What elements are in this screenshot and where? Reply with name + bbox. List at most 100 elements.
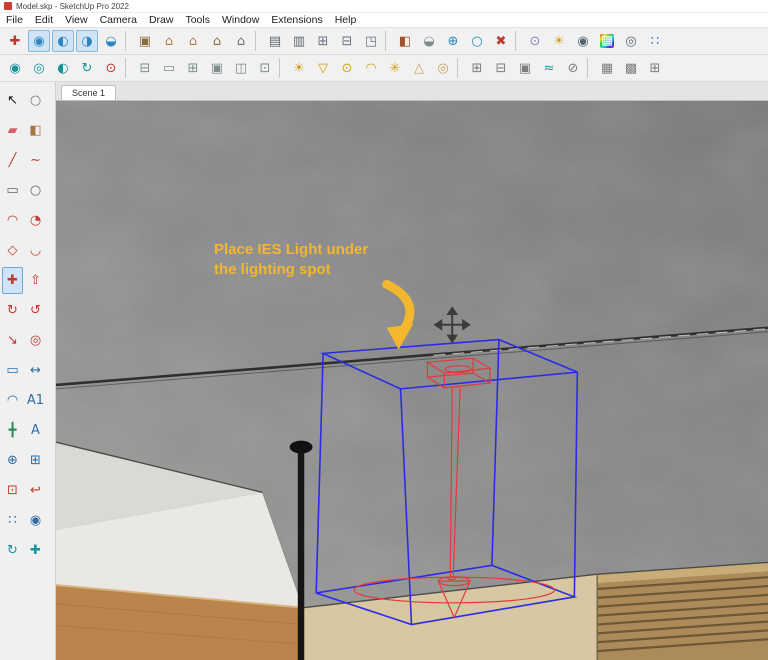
light-dome-icon[interactable]: ◠	[360, 57, 382, 79]
light-ies-icon[interactable]: ⊙	[336, 57, 358, 79]
table-icon[interactable]: ⊞	[644, 57, 666, 79]
eye-2-icon[interactable]: ◎	[620, 30, 642, 52]
material-icon[interactable]: ◧	[394, 30, 416, 52]
stack-2-icon[interactable]: ⊟	[336, 30, 358, 52]
crop-view-icon[interactable]: ◳	[360, 30, 382, 52]
push-pull-tool[interactable]: ⇧	[25, 267, 46, 294]
pan-nav-icon[interactable]: ◐	[52, 30, 74, 52]
spray-icon[interactable]: ✖	[490, 30, 512, 52]
menu-window[interactable]: Window	[216, 14, 265, 26]
soap-box-3-icon[interactable]: ▣	[514, 57, 536, 79]
stack-icon[interactable]: ⊞	[312, 30, 334, 52]
lasso-tool[interactable]: ○	[25, 87, 46, 114]
home-open-icon[interactable]: ⌂	[206, 30, 228, 52]
viewport-canvas[interactable]	[56, 101, 768, 660]
circle-sphere-icon[interactable]: ◉	[4, 57, 26, 79]
scene-tab-1[interactable]: Scene 1	[61, 85, 116, 100]
pin-icon[interactable]: ⊙	[524, 30, 546, 52]
rotate-tool[interactable]: ↻	[2, 297, 23, 324]
menu-draw[interactable]: Draw	[143, 14, 180, 26]
move-tool[interactable]: ✚	[2, 267, 23, 294]
film-panel-icon[interactable]: ▤	[264, 30, 286, 52]
window-2-icon[interactable]: ▣	[206, 57, 228, 79]
light-spot-icon[interactable]: ▽	[312, 57, 334, 79]
previous-view-tool[interactable]: ↩	[25, 477, 46, 504]
follow-me-tool[interactable]: ↺	[25, 297, 46, 324]
home-add-icon[interactable]: ⌂	[182, 30, 204, 52]
orbit-tool[interactable]: ↻	[2, 537, 23, 564]
frame-icon[interactable]: ◫	[230, 57, 252, 79]
level-icon[interactable]: ⊟	[134, 57, 156, 79]
eraser-tool[interactable]: ▰	[2, 117, 23, 144]
spin-icon[interactable]: ↻	[76, 57, 98, 79]
zoom-extents-tool[interactable]: ⊡	[2, 477, 23, 504]
menu-tools[interactable]: Tools	[179, 14, 216, 26]
sun-icon[interactable]: ✳	[384, 57, 406, 79]
pan-tool[interactable]: ✚	[25, 537, 46, 564]
orbit-nav-icon[interactable]: ◉	[28, 30, 50, 52]
color-swatch-icon[interactable]: ▦	[596, 30, 618, 52]
home-icon[interactable]: ⌂	[158, 30, 180, 52]
menu-extensions[interactable]: Extensions	[265, 14, 328, 26]
zoom-nav-icon[interactable]: ◑	[76, 30, 98, 52]
soap-box-icon[interactable]: ⊞	[466, 57, 488, 79]
grid-icon[interactable]: ▦	[596, 57, 618, 79]
torus-icon[interactable]: ◎	[432, 57, 454, 79]
home-save-icon[interactable]: ⌂	[230, 30, 252, 52]
arc-tool[interactable]: ◠	[2, 207, 23, 234]
freehand-tool[interactable]: ∼	[25, 147, 46, 174]
offset-tool[interactable]: ◎	[25, 327, 46, 354]
screen-icon[interactable]: ▭	[158, 57, 180, 79]
protractor-tool[interactable]: ◠	[2, 387, 23, 414]
sphere-icon[interactable]: ◎	[28, 57, 50, 79]
grid-2-icon[interactable]: ▩	[620, 57, 642, 79]
line-tool[interactable]: ╱	[2, 147, 23, 174]
walk-nav-icon[interactable]: ◒	[100, 30, 122, 52]
soap-box-2-icon[interactable]: ⊟	[490, 57, 512, 79]
window-icon[interactable]: ⊞	[182, 57, 204, 79]
lock-panel-icon[interactable]: ⊡	[254, 57, 276, 79]
menu-camera[interactable]: Camera	[94, 14, 143, 26]
zoom-window-tool[interactable]: ⊞	[25, 447, 46, 474]
viewport[interactable]: Place IES Light under the lighting spot	[56, 101, 768, 660]
tape-measure-tool[interactable]: ▭	[2, 357, 23, 384]
rectangle-tool[interactable]: ▭	[2, 177, 23, 204]
pie-tool[interactable]: ◔	[25, 207, 46, 234]
waves-icon[interactable]: ≈	[538, 57, 560, 79]
menu-file[interactable]: File	[0, 14, 29, 26]
walk-tool[interactable]: ∷	[2, 507, 23, 534]
menu-help[interactable]: Help	[329, 14, 363, 26]
cone-icon[interactable]: △	[408, 57, 430, 79]
text-tool[interactable]: A1	[25, 387, 46, 414]
look-around-tool[interactable]: ◉	[25, 507, 46, 534]
paint-tool[interactable]: ◧	[25, 117, 46, 144]
dome-icon[interactable]: ◐	[52, 57, 74, 79]
film-panel-2-icon[interactable]: ▥	[288, 30, 310, 52]
3d-text-tool[interactable]: A	[25, 417, 46, 444]
scale-tool[interactable]: ↘	[2, 327, 23, 354]
sample-icon[interactable]: ◒	[418, 30, 440, 52]
light-point-icon[interactable]: ☀	[288, 57, 310, 79]
curve-tool[interactable]: ◡	[25, 237, 46, 264]
menu-view[interactable]: View	[59, 14, 94, 26]
toolbar-row-2: ◉ ◎ ◐ ↻ ⊙ ⊟ ▭ ⊞ ▣ ◫ ⊡ ☀ ▽ ⊙ ◠ ✳	[0, 55, 768, 82]
axes-tool[interactable]: ╋	[2, 417, 23, 444]
select-tool[interactable]: ↖	[2, 87, 23, 114]
clip-icon[interactable]: ⊘	[562, 57, 584, 79]
target-icon[interactable]: ⊙	[100, 57, 122, 79]
circle-tool[interactable]: ○	[25, 177, 46, 204]
zoom-tool[interactable]: ⊕	[2, 447, 23, 474]
eye-icon[interactable]: ◉	[572, 30, 594, 52]
magnifier-icon[interactable]: ○	[466, 30, 488, 52]
dimension-tool[interactable]: ↔	[25, 357, 46, 384]
toolbar-row-1: ✚ ◉ ◐ ◑ ◒ ▣ ⌂ ⌂ ⌂ ⌂ ▤ ▥ ⊞ ⊟ ◳ ◧	[0, 28, 768, 55]
menu-edit[interactable]: Edit	[29, 14, 59, 26]
zoom-in-icon[interactable]: ⊕	[442, 30, 464, 52]
footsteps-icon[interactable]: ∷	[644, 30, 666, 52]
bulb-icon[interactable]: ☀	[548, 30, 570, 52]
toolbar-separator	[385, 31, 391, 51]
window-title: Model.skp - SketchUp Pro 2022	[16, 2, 129, 11]
polygon-tool[interactable]: ◇	[2, 237, 23, 264]
axes-move-icon[interactable]: ✚	[4, 30, 26, 52]
entity-box-icon[interactable]: ▣	[134, 30, 156, 52]
